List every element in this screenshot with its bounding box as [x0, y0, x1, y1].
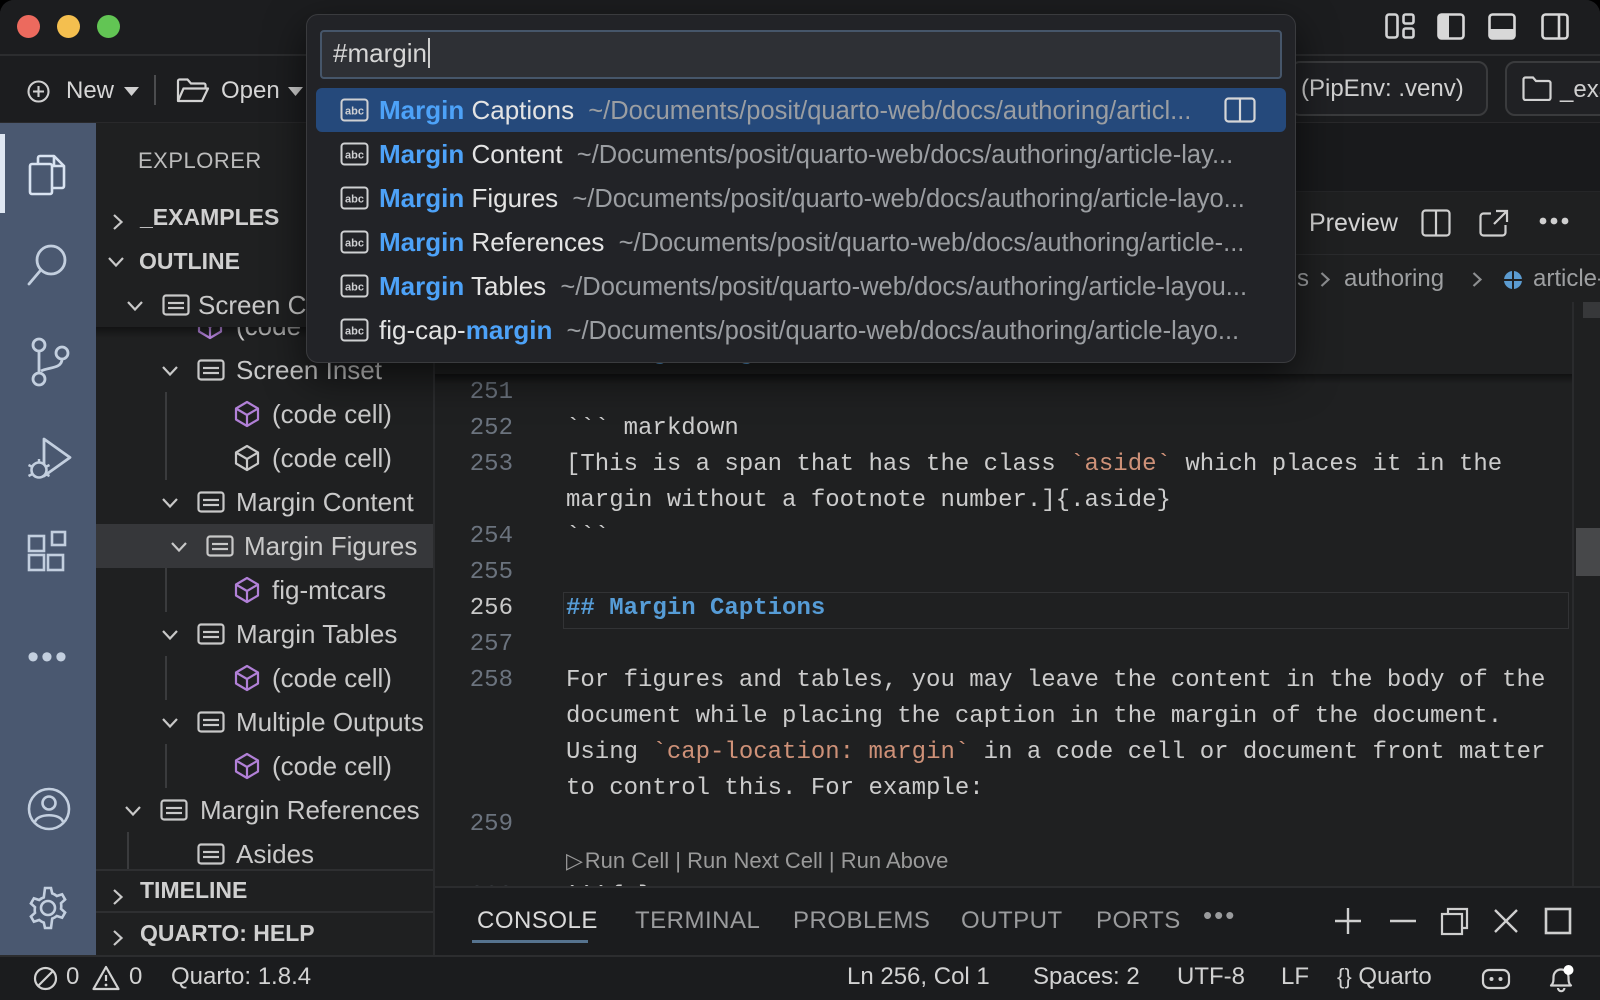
svg-text:abc: abc	[345, 106, 364, 118]
svg-text:abc: abc	[345, 150, 364, 162]
svg-text:abc: abc	[345, 326, 364, 338]
svg-text:abc: abc	[345, 194, 364, 206]
svg-text:abc: abc	[345, 238, 364, 250]
svg-text:abc: abc	[345, 282, 364, 294]
